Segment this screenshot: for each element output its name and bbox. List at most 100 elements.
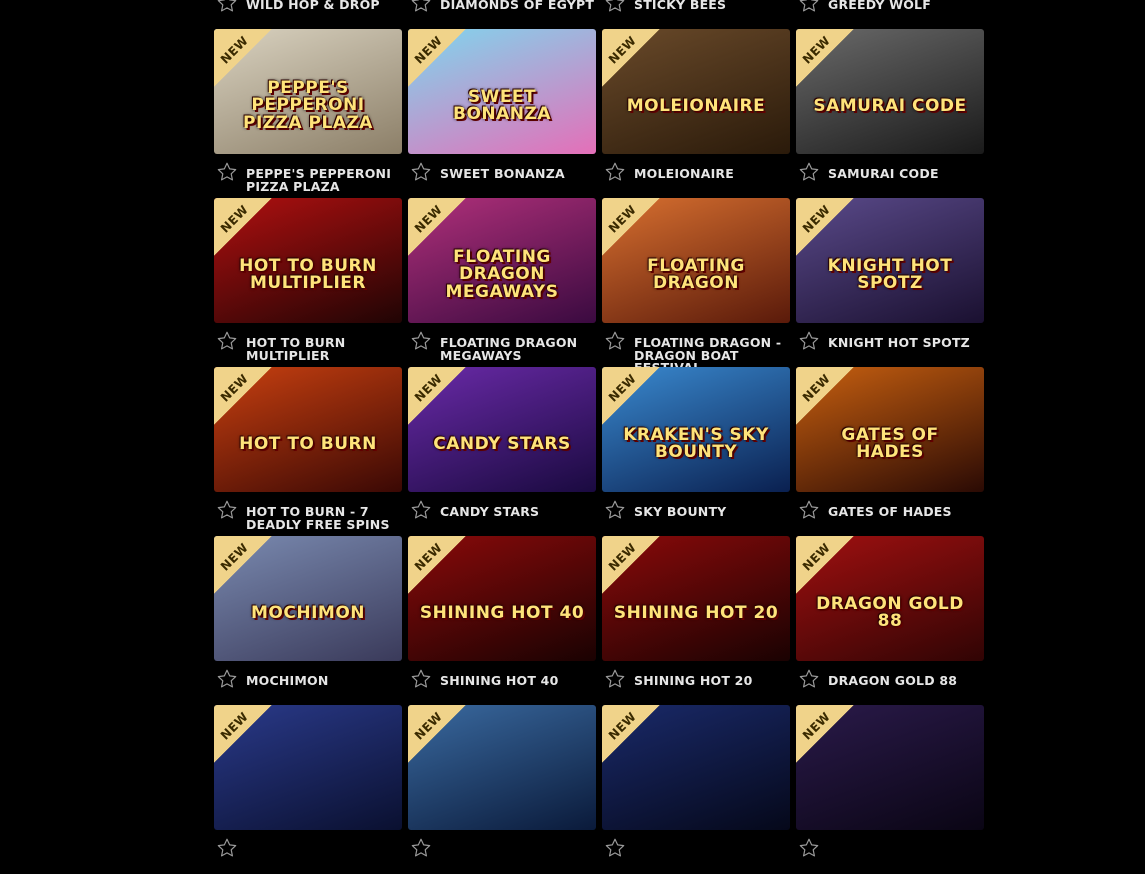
game-meta: SAMURAI CODE — [796, 157, 984, 197]
favorite-star-icon[interactable] — [604, 330, 626, 352]
game-title[interactable]: CANDY STARS — [440, 505, 596, 519]
game-thumbnail[interactable]: MOCHIMON NEW — [214, 536, 402, 661]
game-thumbnail[interactable]: SHINING HOT 40 NEW — [408, 536, 596, 661]
game-meta: KNIGHT HOT SPOTZ — [796, 326, 984, 366]
game-thumbnail[interactable]: Peppe's Pepperoni Pizza Plaza NEW — [214, 29, 402, 154]
game-card-greedy-wolf: GREEDY WOLFGREEDY WOLF — [796, 0, 984, 29]
game-logo-text: Sweet Bonanza — [452, 86, 551, 125]
game-title[interactable]: HOT TO BURN MULTIPLIER — [246, 336, 402, 362]
game-card-knight-hot-spotz: KNIGHT HOT SPOTZ NEW KNIGHT HOT SPOTZ — [796, 198, 984, 367]
game-meta: MOLEIONAIRE — [602, 157, 790, 197]
new-badge: NEW — [214, 367, 272, 425]
favorite-star-icon[interactable] — [216, 161, 238, 183]
favorite-star-icon[interactable] — [410, 161, 432, 183]
new-badge: NEW — [214, 198, 272, 256]
game-title[interactable]: SHINING HOT 40 — [440, 674, 596, 688]
game-title[interactable]: GREEDY WOLF — [828, 0, 984, 12]
game-card-floating-dragon-megaways: FLOATING DRAGON MEGAWAYS NEW FLOATING DRAG… — [408, 198, 596, 367]
game-thumbnail[interactable]: FLOATING DRAGON NEW — [602, 198, 790, 323]
new-badge: NEW — [408, 29, 466, 87]
game-thumbnail[interactable]: NEW — [602, 705, 790, 830]
game-logo-text: DRAGON GOLD 88 — [816, 593, 964, 632]
favorite-star-icon[interactable] — [798, 161, 820, 183]
new-badge-label: NEW — [605, 540, 640, 574]
game-thumbnail[interactable]: NEW — [408, 705, 596, 830]
new-badge: NEW — [214, 705, 272, 763]
game-title[interactable]: HOT TO BURN - 7 DEADLY FREE SPINS — [246, 505, 402, 531]
game-title[interactable]: PEPPE'S PEPPERONI PIZZA PLAZA — [246, 167, 402, 193]
game-thumbnail[interactable]: DRAGON GOLD 88 NEW — [796, 536, 984, 661]
game-logo-text: HOT TO BURN — [239, 433, 377, 454]
game-card-gates-of-hades: GATES OF HADES NEW GATES OF HADES — [796, 367, 984, 536]
favorite-star-icon[interactable] — [798, 837, 820, 859]
game-logo-text: SAMURAI CODE — [813, 95, 967, 116]
game-meta: SHINING HOT 20 — [602, 664, 790, 704]
favorite-star-icon[interactable] — [216, 330, 238, 352]
game-logo-text: Moleionaire — [626, 95, 766, 116]
game-thumbnail[interactable]: NEW — [796, 705, 984, 830]
new-badge-label: NEW — [799, 709, 834, 743]
favorite-star-icon[interactable] — [216, 499, 238, 521]
favorite-star-icon[interactable] — [410, 0, 432, 14]
game-card-untitled: NEW — [408, 705, 596, 874]
game-thumbnail[interactable]: HOT TO BURN NEW — [214, 367, 402, 492]
new-badge: NEW — [408, 705, 466, 763]
game-meta: DIAMONDS OF EGYPT — [408, 0, 596, 28]
favorite-star-icon[interactable] — [798, 499, 820, 521]
favorite-star-icon[interactable] — [604, 0, 626, 14]
game-title[interactable]: DRAGON GOLD 88 — [828, 674, 984, 688]
game-title[interactable]: MOCHIMON — [246, 674, 402, 688]
game-thumbnail[interactable]: SHINING HOT 20 NEW — [602, 536, 790, 661]
favorite-star-icon[interactable] — [604, 837, 626, 859]
game-thumbnail[interactable]: CANDY STARS NEW — [408, 367, 596, 492]
favorite-star-icon[interactable] — [410, 499, 432, 521]
favorite-star-icon[interactable] — [798, 0, 820, 14]
new-badge-label: NEW — [411, 371, 446, 405]
favorite-star-icon[interactable] — [410, 837, 432, 859]
game-meta: HOT TO BURN - 7 DEADLY FREE SPINS — [214, 495, 402, 535]
game-title[interactable]: GATES OF HADES — [828, 505, 984, 519]
favorite-star-icon[interactable] — [798, 330, 820, 352]
game-logo-text: HOT TO BURN MULTIPLIER — [239, 255, 377, 294]
new-badge: NEW — [796, 367, 854, 425]
favorite-star-icon[interactable] — [604, 668, 626, 690]
favorite-star-icon[interactable] — [216, 668, 238, 690]
game-title[interactable]: SWEET BONANZA — [440, 167, 596, 181]
favorite-star-icon[interactable] — [798, 668, 820, 690]
game-title[interactable]: SKY BOUNTY — [634, 505, 790, 519]
new-badge-label: NEW — [217, 540, 252, 574]
game-title[interactable]: SAMURAI CODE — [828, 167, 984, 181]
game-thumbnail[interactable]: Sweet Bonanza NEW — [408, 29, 596, 154]
game-title[interactable]: WILD HOP & DROP — [246, 0, 402, 12]
game-card-moleionaire: Moleionaire NEW MOLEIONAIRE — [602, 29, 790, 198]
game-title[interactable]: MOLEIONAIRE — [634, 167, 790, 181]
game-logo-text: SHINING HOT 20 — [613, 602, 779, 623]
game-thumbnail[interactable]: HOT TO BURN MULTIPLIER NEW — [214, 198, 402, 323]
game-card-hot-to-burn-multiplier: HOT TO BURN MULTIPLIER NEW HOT TO BURN MUL… — [214, 198, 402, 367]
favorite-star-icon[interactable] — [216, 0, 238, 14]
game-title[interactable]: DIAMONDS OF EGYPT — [440, 0, 596, 12]
game-thumbnail[interactable]: KRAKEN'S SKY BOUNTY NEW — [602, 367, 790, 492]
game-card-peppe-s-pepperoni-pizza-plaza: Peppe's Pepperoni Pizza Plaza NEW PEPPE'S … — [214, 29, 402, 198]
favorite-star-icon[interactable] — [604, 499, 626, 521]
new-badge: NEW — [796, 29, 854, 87]
game-meta: WILD HOP & DROP — [214, 0, 402, 28]
game-title[interactable]: KNIGHT HOT SPOTZ — [828, 336, 984, 350]
favorite-star-icon[interactable] — [604, 161, 626, 183]
game-thumbnail[interactable]: FLOATING DRAGON MEGAWAYS NEW — [408, 198, 596, 323]
game-thumbnail[interactable]: NEW — [214, 705, 402, 830]
game-title[interactable]: FLOATING DRAGON MEGAWAYS — [440, 336, 596, 362]
game-thumbnail[interactable]: KNIGHT HOT SPOTZ NEW — [796, 198, 984, 323]
favorite-star-icon[interactable] — [216, 837, 238, 859]
game-thumbnail[interactable]: SAMURAI CODE NEW — [796, 29, 984, 154]
new-badge: NEW — [214, 29, 272, 87]
game-card-untitled: NEW — [214, 705, 402, 874]
game-thumbnail[interactable]: GATES OF HADES NEW — [796, 367, 984, 492]
game-thumbnail[interactable]: Moleionaire NEW — [602, 29, 790, 154]
favorite-star-icon[interactable] — [410, 330, 432, 352]
game-title[interactable]: STICKY BEES — [634, 0, 790, 12]
favorite-star-icon[interactable] — [410, 668, 432, 690]
game-title[interactable]: SHINING HOT 20 — [634, 674, 790, 688]
new-badge: NEW — [408, 536, 466, 594]
game-meta: GATES OF HADES — [796, 495, 984, 535]
